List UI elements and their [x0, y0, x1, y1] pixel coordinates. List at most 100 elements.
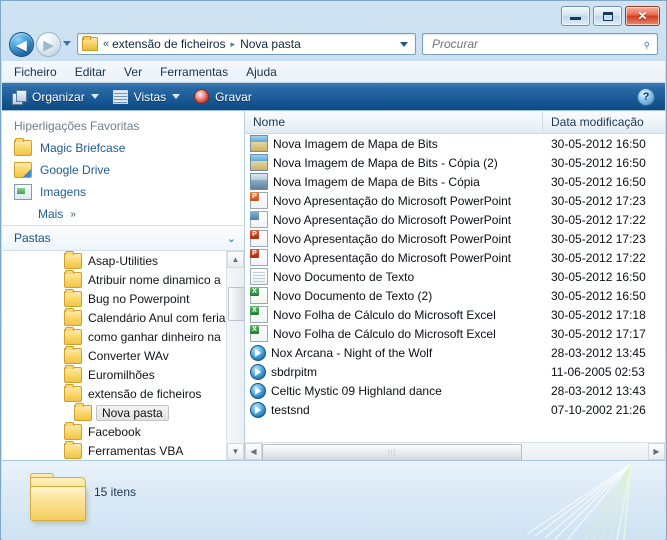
help-button[interactable]: ? — [637, 87, 655, 106]
folder-icon — [64, 251, 82, 269]
search-input[interactable] — [430, 36, 643, 52]
file-name: Novo Apresentação do Microsoft PowerPoin… — [273, 212, 512, 227]
file-row[interactable]: Novo Apresentação do Microsoft PowerPoin… — [245, 229, 665, 248]
file-row[interactable]: Nox Arcana - Night of the Wolf 28-03-201… — [245, 343, 665, 362]
folder-front — [30, 486, 86, 521]
maximize-button[interactable] — [593, 6, 622, 26]
file-row[interactable]: Novo Apresentação do Microsoft PowerPoin… — [245, 191, 665, 210]
chevron-right-double-icon: » — [70, 208, 75, 220]
tree-item-selected[interactable]: Nova pasta — [2, 402, 227, 422]
file-name: Novo Documento de Texto — [273, 269, 415, 284]
decorative-rays — [526, 463, 632, 540]
address-bar[interactable]: « extensão de ficheiros ▸ Nova pasta — [77, 33, 416, 55]
file-name: sbdrpitm — [271, 364, 318, 379]
file-row[interactable]: Nova Imagem de Mapa de Bits - Cópia (2) … — [245, 153, 665, 172]
scroll-down-icon: ▼ — [231, 447, 240, 456]
address-dropdown-icon[interactable] — [400, 41, 408, 47]
search-box[interactable]: ⌕ — [422, 33, 658, 55]
burn-disc-icon — [194, 89, 210, 104]
breadcrumb-overflow-icon[interactable]: « — [103, 38, 109, 50]
folder-icon — [64, 307, 82, 326]
file-date: 30-05-2012 17:22 — [551, 212, 646, 227]
scroll-right-button[interactable]: ▶ — [648, 443, 665, 460]
tree-item[interactable]: Converter WAv — [2, 345, 227, 365]
column-header-name[interactable]: Nome — [245, 111, 543, 133]
tree-item-label: Euromilhões — [88, 367, 155, 382]
tree-item[interactable]: Bug no Powerpoint — [2, 288, 227, 308]
tree-item[interactable]: Facebook — [2, 421, 227, 441]
file-date: 30-05-2012 16:50 — [551, 136, 646, 151]
file-list-horizontal-scrollbar[interactable]: ◀ ⦙⦙⦙ ▶ — [245, 442, 665, 461]
menu-item-editar[interactable]: Editar — [75, 65, 106, 79]
file-row[interactable]: Celtic Mystic 09 Highland dance 28-03-20… — [245, 381, 665, 400]
excel-icon — [250, 325, 268, 342]
file-row[interactable]: Novo Apresentação do Microsoft PowerPoin… — [245, 210, 665, 229]
file-row[interactable]: Novo Documento de Texto 30-05-2012 16:50 — [245, 267, 665, 286]
menu-item-ajuda[interactable]: Ajuda — [246, 65, 277, 79]
scroll-down-button[interactable]: ▼ — [227, 443, 244, 460]
tree-item[interactable]: como ganhar dinheiro na — [2, 326, 227, 346]
tree-item-label: Atribuir nome dinamico a — [88, 272, 221, 287]
forward-button[interactable]: ▶ — [36, 32, 61, 57]
scroll-left-icon: ◀ — [250, 447, 257, 456]
window-controls: ✕ — [561, 6, 660, 26]
file-name-cell: Nova Imagem de Mapa de Bits - Cópia (2) — [245, 154, 543, 171]
scrollbar-thumb[interactable] — [228, 287, 244, 321]
burn-button[interactable]: Gravar — [194, 89, 252, 104]
file-row[interactable]: sbdrpitm 11-06-2005 02:53 — [245, 362, 665, 381]
tree-item-label: extensão de ficheiros — [88, 386, 202, 401]
toolbar: Organizar Vistas Gravar ? — [2, 83, 665, 111]
menu-item-ver[interactable]: Ver — [124, 65, 142, 79]
tree-item[interactable]: Calendário Anul com feria — [2, 307, 227, 327]
file-name: Celtic Mystic 09 Highland dance — [271, 383, 442, 398]
file-row[interactable]: testsnd 07-10-2002 21:26 — [245, 400, 665, 419]
file-date: 11-06-2005 02:53 — [551, 364, 645, 379]
menu-item-ferramentas[interactable]: Ferramentas — [160, 65, 228, 79]
breadcrumb-item-current[interactable]: Nova pasta — [240, 37, 301, 51]
sidebar-item-google-drive[interactable]: Google Drive — [2, 159, 244, 181]
media-player-icon — [250, 344, 266, 361]
sidebar-item-mais[interactable]: Mais » — [2, 203, 244, 225]
folders-section-header[interactable]: Pastas ⌄ — [2, 225, 244, 251]
folder-icon — [64, 326, 82, 345]
file-row[interactable]: Nova Imagem de Mapa de Bits - Cópia 30-0… — [245, 172, 665, 191]
file-date: 30-05-2012 17:17 — [551, 326, 646, 341]
scrollbar-thumb[interactable]: ⦙⦙⦙ — [262, 444, 522, 461]
views-icon — [112, 89, 128, 104]
file-row[interactable]: Novo Folha de Cálculo do Microsoft Excel… — [245, 305, 665, 324]
tree-vertical-scrollbar[interactable]: ▲ ▼ — [226, 251, 244, 460]
scroll-up-button[interactable]: ▲ — [227, 251, 244, 268]
file-row[interactable]: Novo Documento de Texto (2) 30-05-2012 1… — [245, 286, 665, 305]
file-date: 07-10-2002 21:26 — [551, 402, 646, 417]
bitmap-image-icon — [250, 154, 268, 171]
tree-item[interactable]: Ferramentas VBA — [2, 440, 227, 460]
file-row[interactable]: Novo Apresentação do Microsoft PowerPoin… — [245, 248, 665, 267]
tree-item[interactable]: Euromilhões — [2, 364, 227, 384]
file-date: 28-03-2012 13:45 — [551, 345, 646, 360]
scrollbar-grip-icon: ⦙⦙⦙ — [387, 447, 397, 457]
media-player-icon — [250, 363, 266, 380]
close-button[interactable]: ✕ — [625, 6, 660, 26]
breadcrumb-item-parent[interactable]: extensão de ficheiros — [112, 37, 225, 51]
views-button[interactable]: Vistas — [112, 89, 181, 104]
minimize-button[interactable] — [561, 6, 590, 26]
tree-item[interactable]: Asap-Utilities — [2, 251, 227, 270]
file-row[interactable]: Novo Folha de Cálculo do Microsoft Excel… — [245, 324, 665, 343]
organize-button[interactable]: Organizar — [12, 90, 99, 105]
sidebar-item-magic-briefcase[interactable]: Magic Briefcase — [2, 137, 244, 159]
maximize-icon — [602, 11, 613, 21]
tree-item[interactable]: extensão de ficheiros — [2, 383, 227, 403]
sidebar-item-imagens[interactable]: Imagens — [2, 181, 244, 203]
favorites-header: Hiperligações Favoritas — [14, 119, 140, 133]
tree-item[interactable]: Atribuir nome dinamico a — [2, 269, 227, 289]
scroll-left-button[interactable]: ◀ — [245, 443, 262, 460]
history-dropdown-icon[interactable] — [63, 41, 71, 46]
forward-arrow-icon: ▶ — [43, 37, 54, 52]
file-list-pane: Nome Data modificação Nova Imagem de Map… — [245, 111, 665, 461]
column-header-date[interactable]: Data modificação — [543, 111, 665, 133]
tree-item-label: Nova pasta — [96, 404, 169, 421]
scrollbar-track[interactable]: ⦙⦙⦙ — [262, 443, 648, 461]
menu-item-ficheiro[interactable]: Ficheiro — [14, 65, 57, 79]
back-button[interactable]: ◀ — [9, 32, 34, 57]
file-row[interactable]: Nova Imagem de Mapa de Bits 30-05-2012 1… — [245, 134, 665, 153]
